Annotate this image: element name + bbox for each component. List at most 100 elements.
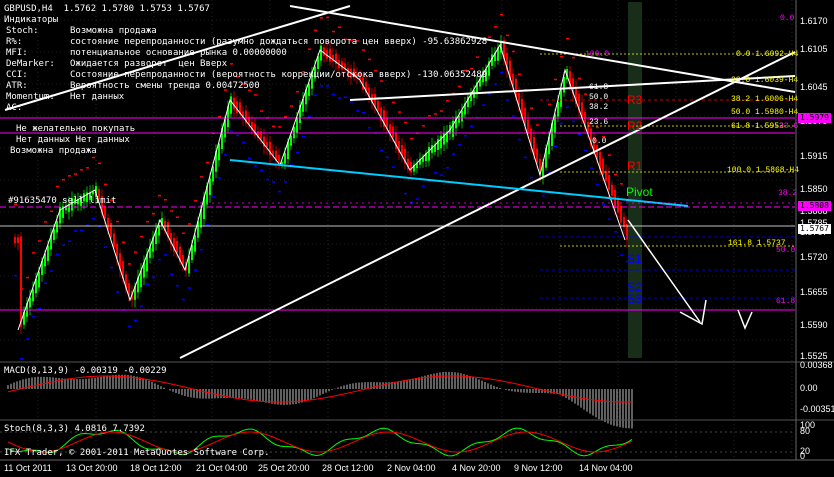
upper-band-dot (410, 137, 413, 140)
copyright-credit: IFX Trader, © 2001-2011 MetaQuotes Softw… (4, 448, 270, 458)
macd-tick-label: 0.00 (800, 383, 818, 393)
time-tick-label: 13 Oct 20:00 (66, 463, 118, 473)
fib-level-label: 38.2 (589, 103, 608, 112)
lower-band-dot (14, 274, 17, 277)
candle-body (266, 141, 268, 147)
fib-level-label: 50.0 (589, 93, 608, 102)
fib-level-label: 100.0 1.5868-H4 (727, 166, 799, 175)
lower-band-dot (224, 154, 227, 156)
upper-band-dot (500, 13, 503, 16)
lower-band-dot (302, 135, 305, 138)
lower-band-dot (542, 194, 545, 197)
fib-level-label: 61.8 (776, 297, 795, 306)
pivot-label: R3 (627, 93, 643, 107)
price-tick-label: 1.6045 (800, 82, 828, 92)
upper-band-dot (476, 56, 479, 58)
lower-band-dot (176, 284, 179, 287)
fib-level-label: 38.2 1.6006-H4 (731, 95, 798, 104)
upper-band-dot (536, 124, 539, 126)
lower-band-dot (128, 325, 131, 328)
candle-body (113, 233, 115, 248)
stoch-tick-label: 80 (800, 426, 810, 436)
upper-band-dot (584, 93, 587, 95)
upper-band-dot (368, 58, 371, 61)
lower-band-dot (74, 230, 77, 232)
upper-band-dot (50, 210, 53, 213)
lower-band-dot (308, 116, 311, 118)
candle-body (236, 101, 238, 113)
upper-band-dot (494, 26, 497, 28)
advice-row: Нет данных Нет данных (16, 135, 130, 145)
lower-band-dot (134, 319, 137, 322)
upper-band-dot (230, 63, 233, 65)
upper-band-dot (488, 36, 491, 38)
symbol-header: GBPUSD,H4 1.5762 1.5780 1.5753 1.5767 (4, 4, 210, 14)
fib-level-label: 161.8 1.5737 (728, 239, 786, 248)
advice-row: Не желательно покупать (16, 124, 136, 134)
upper-band-dot (74, 173, 77, 175)
lower-band-dot (350, 101, 353, 103)
upper-band-dot (116, 220, 119, 223)
upper-band-dot (566, 37, 569, 40)
candle-body (608, 175, 610, 191)
lower-band-dot (272, 181, 275, 183)
fib-level-label: 0.0 (592, 137, 607, 146)
upper-band-dot (518, 73, 521, 75)
lower-band-dot (482, 104, 485, 106)
upper-band-dot (332, 30, 335, 33)
candle-body (56, 221, 58, 233)
lower-band-dot (440, 174, 443, 176)
fib-level-label: 50.0 1.5980-H4 (731, 108, 798, 117)
upper-band-dot (152, 213, 155, 215)
lower-band-dot (38, 308, 41, 310)
upper-band-dot (506, 34, 509, 37)
upper-band-dot (68, 175, 71, 177)
fib-label-layer: 0.0100.061.850.038.223.60.00.0 1.6092-H4… (585, 14, 799, 306)
upper-band-dot (392, 101, 395, 104)
lower-band-dot (560, 122, 563, 125)
lower-band-dot (50, 270, 53, 272)
projection-arrows (627, 219, 753, 330)
lower-band-dot (614, 230, 617, 233)
lower-band-dot (26, 338, 29, 340)
upper-band-dot (296, 90, 299, 93)
macd-signal-line (7, 375, 633, 403)
upper-band-dot (554, 78, 557, 81)
upper-band-dot (428, 115, 431, 117)
pivot-label: R1 (627, 159, 643, 173)
candle-body (53, 229, 55, 240)
lower-band-dot (554, 145, 557, 147)
price-tick-label: 1.5915 (800, 151, 828, 161)
price-tick-label: 1.6170 (800, 16, 828, 26)
lower-band-dot (584, 149, 587, 152)
lower-band-dot (572, 120, 575, 123)
price-tick-label: 1.5850 (800, 184, 828, 194)
upper-band-dot (176, 216, 179, 218)
candle-body (527, 119, 529, 134)
upper-band-dot (146, 220, 149, 223)
lower-band-dot (464, 134, 467, 137)
upper-band-dot (314, 29, 317, 32)
time-tick-label: 9 Nov 12:00 (514, 463, 563, 473)
pivot-label: Pivot (626, 185, 653, 199)
indicator-name: Momentum: (6, 92, 55, 102)
lower-band-dot (110, 266, 113, 269)
upper-band-dot (272, 125, 275, 128)
candle-body (104, 205, 106, 219)
price-axis: 1.6170 1.6105 1.6045 1.5979 1.5915 1.5850 1.58… (800, 16, 828, 361)
price-tick-label: 1.5655 (800, 287, 828, 297)
indicator-name: ATR: (6, 81, 28, 91)
candle-body (617, 200, 619, 213)
lower-band-dot (170, 273, 173, 276)
upper-band-dot (548, 103, 551, 106)
lower-band-dot (470, 125, 473, 127)
lower-band-dot (200, 248, 203, 251)
order-label[interactable]: #91635470 sell limit (8, 196, 116, 207)
upper-band-dot (122, 241, 125, 243)
candle-body (410, 161, 412, 173)
upper-band-dot (128, 263, 131, 265)
upper-band-dot (422, 124, 425, 127)
indicator-name: Stoch: (6, 26, 39, 36)
lower-band-dot (434, 172, 437, 174)
lower-band-dot (446, 167, 449, 169)
